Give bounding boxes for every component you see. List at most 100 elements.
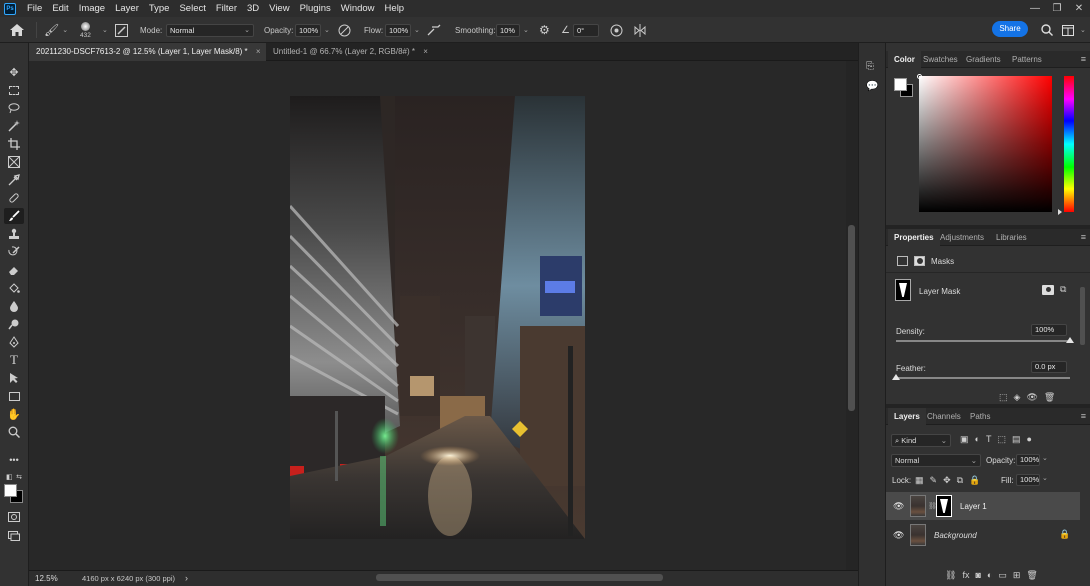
link-layers-icon[interactable]: ⛓: [945, 570, 956, 581]
menu-layer[interactable]: Layer: [110, 0, 144, 17]
zoom-level[interactable]: 12.5%: [35, 574, 58, 583]
frame-tool-icon[interactable]: [4, 154, 24, 170]
add-mask-icon[interactable]: ◙: [975, 570, 980, 580]
layer-opacity-field[interactable]: 100%: [1016, 454, 1040, 466]
lock-all-icon[interactable]: 🔒: [969, 475, 980, 486]
magic-wand-tool-icon[interactable]: [4, 118, 24, 134]
smoothing-dropdown[interactable]: ⌄: [523, 26, 529, 34]
lock-transparent-icon[interactable]: ▦: [915, 475, 924, 486]
close-window-icon[interactable]: ✕: [1068, 0, 1090, 17]
menu-select[interactable]: Select: [174, 0, 210, 17]
delete-layer-icon[interactable]: 🗑: [1026, 570, 1037, 581]
restore-icon[interactable]: ❐: [1046, 0, 1068, 17]
opacity-field[interactable]: 100%: [295, 23, 321, 37]
history-brush-tool-icon[interactable]: [4, 244, 24, 260]
tab-color[interactable]: Color: [888, 51, 921, 68]
filter-toggle-icon[interactable]: ●: [1026, 434, 1031, 444]
layer-filter-select[interactable]: ⌕ Kind ⌄: [891, 434, 951, 447]
foreground-color-swatch[interactable]: [4, 484, 17, 497]
history-panel-icon[interactable]: ⎘: [866, 61, 874, 72]
pixel-mask-icon[interactable]: [897, 256, 908, 266]
brush-tool-preset-icon[interactable]: 🖌 ⌄: [44, 17, 68, 43]
adjustment-layer-icon[interactable]: ◐: [987, 570, 992, 580]
dodge-tool-icon[interactable]: [4, 316, 24, 332]
lock-position-icon[interactable]: ✥: [943, 475, 951, 486]
filter-adjustment-icon[interactable]: ◐: [975, 434, 980, 444]
apply-mask-footer-icon[interactable]: ◈: [1014, 392, 1021, 403]
hue-slider[interactable]: [1064, 76, 1074, 212]
color-picker-field[interactable]: [917, 74, 1052, 212]
panel-menu-icon[interactable]: ≡: [1081, 51, 1086, 68]
symmetry-icon[interactable]: [633, 17, 647, 43]
menu-filter[interactable]: Filter: [211, 0, 242, 17]
brush-picker-dropdown[interactable]: ⌄: [99, 17, 108, 43]
apply-mask-icon[interactable]: ⧉: [1060, 284, 1066, 295]
pressure-size-icon[interactable]: [610, 17, 623, 43]
feather-slider-thumb[interactable]: [892, 374, 900, 380]
brush-settings-icon[interactable]: [115, 17, 128, 43]
select-mask-icon[interactable]: [1042, 285, 1054, 295]
tab-gradients[interactable]: Gradients: [960, 51, 1007, 68]
path-selection-tool-icon[interactable]: [4, 370, 24, 386]
tab-document-2[interactable]: Untitled-1 @ 66.7% (Layer 2, RGB/8#) * ×: [266, 43, 438, 61]
filter-pixel-icon[interactable]: ▣: [960, 434, 969, 445]
density-slider-thumb[interactable]: [1066, 337, 1074, 343]
zoom-tool-icon[interactable]: [4, 424, 24, 440]
fill-dropdown[interactable]: ⌄: [1042, 474, 1048, 482]
visibility-icon[interactable]: 👁: [1026, 392, 1037, 403]
angle-field[interactable]: 0°: [573, 23, 599, 37]
close-tab-icon[interactable]: ×: [256, 47, 261, 56]
mode-select[interactable]: Normal ⌄: [166, 23, 254, 37]
eye-icon[interactable]: 👁: [893, 501, 904, 512]
eyedropper-tool-icon[interactable]: [4, 172, 24, 188]
menu-view[interactable]: View: [264, 0, 294, 17]
filter-shape-icon[interactable]: ⬚: [997, 434, 1006, 445]
clone-stamp-tool-icon[interactable]: [4, 226, 24, 242]
layer-row-background[interactable]: 👁 Background 🔒: [886, 521, 1080, 549]
menu-help[interactable]: Help: [380, 0, 410, 17]
blend-mode-select[interactable]: Normal ⌄: [891, 454, 981, 467]
rectangle-tool-icon[interactable]: [4, 388, 24, 404]
menu-3d[interactable]: 3D: [242, 0, 264, 17]
workspace-icon[interactable]: [1062, 17, 1074, 43]
menu-window[interactable]: Window: [336, 0, 380, 17]
gear-icon[interactable]: ⚙: [539, 17, 550, 43]
search-icon[interactable]: [1041, 17, 1053, 43]
tab-patterns[interactable]: Patterns: [1006, 51, 1048, 68]
tab-document-1[interactable]: 20211230-DSCF7613-2 @ 12.5% (Layer 1, La…: [29, 43, 266, 61]
feather-slider[interactable]: [896, 377, 1070, 379]
layer-row-layer1[interactable]: 👁 ⛓ Layer 1: [886, 492, 1080, 520]
move-tool-icon[interactable]: ✥: [4, 64, 24, 80]
airbrush-icon[interactable]: [427, 17, 441, 43]
quick-mask-icon[interactable]: [4, 509, 24, 525]
density-field[interactable]: 100%: [1031, 324, 1067, 336]
menu-type[interactable]: Type: [144, 0, 175, 17]
panel-menu-icon[interactable]: ≡: [1081, 408, 1086, 425]
blur-tool-icon[interactable]: [4, 298, 24, 314]
marquee-tool-icon[interactable]: [4, 82, 24, 98]
status-menu-arrow[interactable]: ›: [185, 573, 188, 583]
screen-mode-icon[interactable]: [4, 528, 24, 544]
eye-icon[interactable]: 👁: [893, 530, 904, 541]
new-group-icon[interactable]: ▭: [998, 570, 1007, 581]
flow-field[interactable]: 100%: [385, 23, 411, 37]
close-tab-icon[interactable]: ×: [423, 47, 428, 56]
comments-panel-icon[interactable]: 💬: [866, 81, 878, 92]
default-swap-colors-icon[interactable]: ◧ ⇆: [4, 469, 24, 485]
flow-dropdown[interactable]: ⌄: [414, 26, 420, 34]
load-selection-icon[interactable]: ⬚: [999, 392, 1008, 403]
tab-swatches[interactable]: Swatches: [917, 51, 964, 68]
properties-scroll-thumb[interactable]: [1080, 287, 1085, 345]
home-icon[interactable]: [10, 17, 24, 43]
layer-opacity-dropdown[interactable]: ⌄: [1042, 454, 1048, 462]
share-button[interactable]: Share: [992, 21, 1028, 37]
color-foreground-swatch[interactable]: [894, 78, 907, 91]
trash-icon[interactable]: 🗑: [1044, 392, 1055, 403]
opacity-dropdown[interactable]: ⌄: [324, 26, 330, 34]
workspace-dropdown[interactable]: ⌄: [1077, 17, 1086, 43]
brush-tool-icon[interactable]: [4, 208, 24, 224]
density-slider[interactable]: [896, 340, 1070, 342]
lock-artboard-icon[interactable]: ⧉: [957, 475, 963, 486]
filter-smart-object-icon[interactable]: ▤: [1012, 434, 1021, 445]
pressure-opacity-icon[interactable]: [338, 17, 351, 43]
